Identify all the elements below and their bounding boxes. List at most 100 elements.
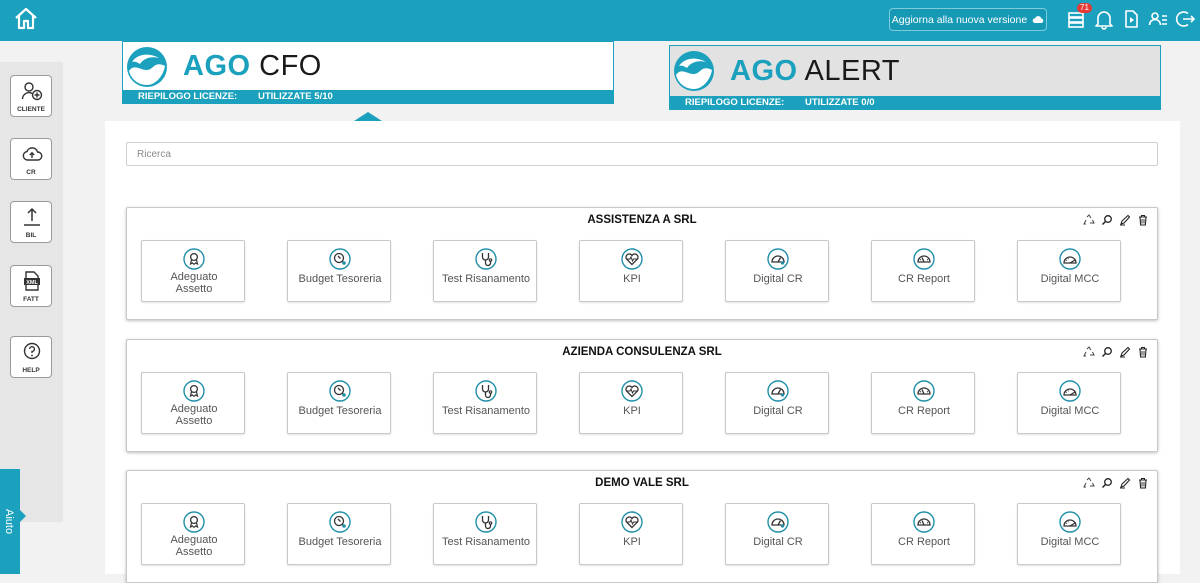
tile-label: Test Risanamento [441, 273, 531, 285]
svg-text:XML: XML [26, 280, 38, 286]
speedometer-icon [913, 511, 935, 533]
company-name: AZIENDA CONSULENZA SRL [562, 346, 722, 358]
tile-label: Budget Tesoreria [298, 273, 382, 285]
tile-digital-mcc[interactable]: Digital MCC [1017, 503, 1121, 565]
tile-cr-report[interactable]: CR Report [871, 240, 975, 302]
tile-test-risanamento[interactable]: Test Risanamento [433, 503, 537, 565]
search-coin-icon [329, 248, 351, 270]
top-bar: Aggiorna alla nuova versione 71 [0, 0, 1200, 41]
sidebar-item-cliente[interactable]: CLIENTE [10, 75, 52, 117]
edit-icon[interactable] [1119, 477, 1131, 489]
meter-icon [1059, 248, 1081, 270]
question-icon [23, 342, 41, 360]
recycle-icon[interactable] [1083, 214, 1095, 226]
tile-kpi[interactable]: KPI [579, 240, 683, 302]
update-version-button[interactable]: Aggiorna alla nuova versione [889, 8, 1047, 31]
tile-test-risanamento[interactable]: Test Risanamento [433, 372, 537, 434]
tile-label: Test Risanamento [441, 405, 531, 417]
sidebar-item-bil[interactable]: BIL [10, 201, 52, 243]
heart-pulse-icon [621, 511, 643, 533]
update-version-label: Aggiorna alla nuova versione [891, 13, 1028, 26]
document-play-icon[interactable] [1119, 7, 1143, 31]
company-actions [1083, 477, 1149, 489]
sidebar-item-fatt[interactable]: XML FATT [10, 265, 52, 307]
trash-icon[interactable] [1137, 477, 1149, 489]
search-coin-icon [329, 380, 351, 402]
tile-digital-mcc[interactable]: Digital MCC [1017, 240, 1121, 302]
xml-file-icon: XML [24, 271, 40, 291]
sidebar-item-help[interactable]: HELP [10, 336, 52, 378]
user-list-icon[interactable] [1146, 7, 1170, 31]
tile-label: Test Risanamento [441, 536, 531, 548]
recycle-icon[interactable] [1083, 477, 1095, 489]
tile-label: Digital CR [753, 273, 803, 285]
company-card: AZIENDA CONSULENZA SRL Adeguato Assetto Bud… [126, 339, 1158, 452]
search-icon[interactable] [1101, 346, 1113, 358]
tile-label: Digital MCC [1040, 273, 1100, 285]
license-summary-value: UTILIZZATE 0/0 [805, 97, 875, 108]
tile-label: Digital MCC [1040, 405, 1100, 417]
home-icon[interactable] [12, 5, 40, 33]
tile-cr-report[interactable]: CR Report [871, 372, 975, 434]
sidebar-item-label: FATT [23, 296, 39, 303]
tile-label: Adeguato Assetto [170, 534, 218, 558]
tile-label: KPI [623, 273, 641, 285]
ago-logo-icon [673, 50, 715, 92]
meter-icon [1059, 380, 1081, 402]
tile-test-risanamento[interactable]: Test Risanamento [433, 240, 537, 302]
license-summary-label: RIEPILOGO LICENZE: [138, 91, 238, 102]
tile-kpi[interactable]: KPI [579, 503, 683, 565]
search-icon[interactable] [1101, 214, 1113, 226]
edit-icon[interactable] [1119, 214, 1131, 226]
gauge-icon [767, 511, 789, 533]
trash-icon[interactable] [1137, 214, 1149, 226]
product-card-cfo[interactable]: AGO CFO RIEPILOGO LICENZE: UTILIZZATE 5/… [122, 41, 614, 104]
tile-label: Digital CR [753, 536, 803, 548]
speedometer-icon [913, 248, 935, 270]
help-tab-arrow [20, 510, 26, 522]
trash-icon[interactable] [1137, 346, 1149, 358]
product-card-alert[interactable]: AGO ALERT RIEPILOGO LICENZE: UTILIZZATE … [669, 45, 1161, 110]
tile-adeguato-assetto[interactable]: Adeguato Assetto [141, 503, 245, 565]
tile-adeguato-assetto[interactable]: Adeguato Assetto [141, 372, 245, 434]
tile-digital-cr[interactable]: Digital CR [725, 240, 829, 302]
tile-label: CR Report [898, 273, 950, 285]
tile-digital-cr[interactable]: Digital CR [725, 503, 829, 565]
tile-cr-report[interactable]: CR Report [871, 503, 975, 565]
company-card: DEMO VALE SRL Adeguato Assetto Budget Tesor… [126, 470, 1158, 583]
tile-label: Budget Tesoreria [298, 536, 382, 548]
stethoscope-icon [475, 380, 497, 402]
help-tab[interactable]: Aiuto [0, 469, 20, 574]
license-summary-value: UTILIZZATE 5/10 [258, 91, 333, 102]
search-input[interactable] [126, 142, 1158, 166]
tile-budget-tesoreria[interactable]: Budget Tesoreria [287, 240, 391, 302]
bell-icon[interactable] [1092, 7, 1116, 31]
tile-label: Adeguato Assetto [170, 271, 218, 295]
logout-icon[interactable] [1173, 7, 1197, 31]
tile-label: KPI [623, 536, 641, 548]
sidebar-item-cr[interactable]: CR [10, 138, 52, 180]
tile-kpi[interactable]: KPI [579, 372, 683, 434]
help-tab-label: Aiuto [3, 509, 15, 535]
company-actions [1083, 346, 1149, 358]
recycle-icon[interactable] [1083, 346, 1095, 358]
tile-digital-mcc[interactable]: Digital MCC [1017, 372, 1121, 434]
search-icon[interactable] [1101, 477, 1113, 489]
tile-budget-tesoreria[interactable]: Budget Tesoreria [287, 372, 391, 434]
tile-budget-tesoreria[interactable]: Budget Tesoreria [287, 503, 391, 565]
tile-label: Digital CR [753, 405, 803, 417]
license-summary-strip: RIEPILOGO LICENZE: UTILIZZATE 0/0 [670, 96, 1160, 109]
notification-count-badge: 71 [1077, 3, 1092, 13]
tile-adeguato-assetto[interactable]: Adeguato Assetto [141, 240, 245, 302]
edit-icon[interactable] [1119, 346, 1131, 358]
company-name: ASSISTENZA A SRL [587, 214, 697, 226]
sidebar-item-label: HELP [22, 367, 40, 374]
tile-label: Budget Tesoreria [298, 405, 382, 417]
tile-digital-cr[interactable]: Digital CR [725, 372, 829, 434]
sidebar-item-label: CLIENTE [17, 106, 45, 113]
license-summary-strip: RIEPILOGO LICENZE: UTILIZZATE 5/10 [123, 90, 613, 103]
upload-icon [24, 207, 40, 226]
search-coin-icon [329, 511, 351, 533]
badge-award-icon [183, 248, 205, 270]
selected-product-caret [354, 112, 382, 121]
